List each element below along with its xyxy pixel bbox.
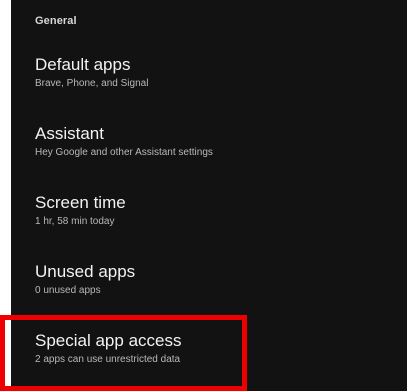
settings-item-special-app-access[interactable]: Special app access 2 apps can use unrest… xyxy=(11,331,407,391)
item-summary: Hey Google and other Assistant settings xyxy=(35,147,213,158)
item-summary: 1 hr, 58 min today xyxy=(35,216,115,227)
item-title: Unused apps xyxy=(35,262,136,281)
item-title: Special app access xyxy=(35,331,182,350)
item-title: Assistant xyxy=(35,124,104,143)
section-header-general: General xyxy=(35,15,77,27)
item-summary: 2 apps can use unrestricted data xyxy=(35,354,181,365)
settings-item-default-apps[interactable]: Default apps Brave, Phone, and Signal xyxy=(11,55,407,115)
item-title: Screen time xyxy=(35,193,126,212)
settings-panel: General Default apps Brave, Phone, and S… xyxy=(11,0,407,391)
settings-item-assistant[interactable]: Assistant Hey Google and other Assistant… xyxy=(11,124,407,184)
item-summary: 0 unused apps xyxy=(35,285,101,296)
item-title: Default apps xyxy=(35,55,131,74)
item-summary: Brave, Phone, and Signal xyxy=(35,78,149,89)
settings-item-unused-apps[interactable]: Unused apps 0 unused apps xyxy=(11,262,407,322)
settings-item-screen-time[interactable]: Screen time 1 hr, 58 min today xyxy=(11,193,407,253)
